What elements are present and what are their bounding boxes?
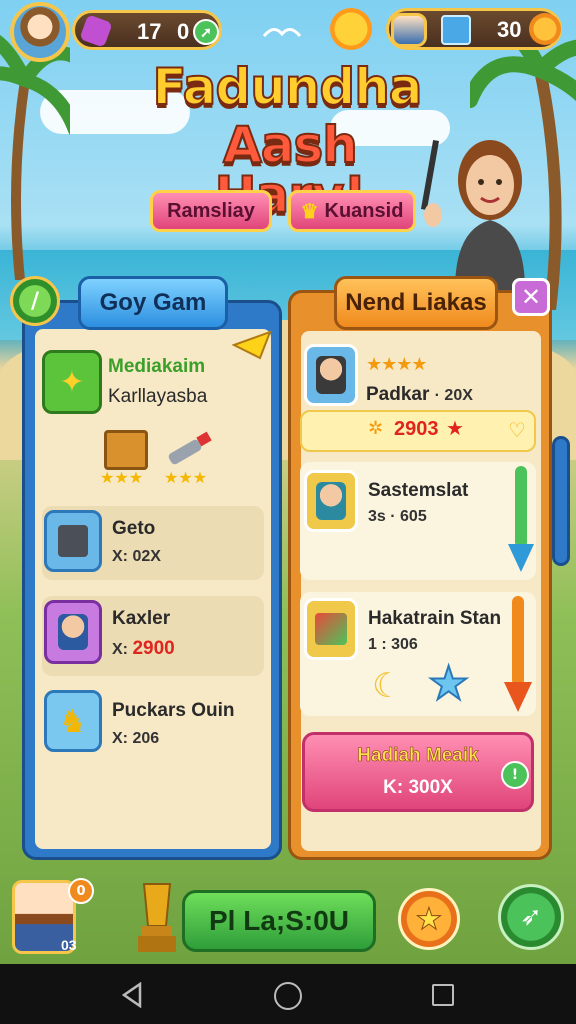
item-value: X: 2900 bbox=[112, 638, 175, 660]
gift-box-icon bbox=[441, 15, 471, 45]
crate-stars: ★★★ bbox=[100, 468, 144, 487]
notification-badge[interactable]: 0 bbox=[68, 878, 94, 904]
hadiah-meaik-button[interactable]: Hadiah Meaik K: 300X ! bbox=[302, 732, 534, 812]
item-name: Puckars Ouin bbox=[112, 700, 235, 721]
play-button-label: Pl La;S:0U bbox=[208, 905, 350, 936]
item-name: Padkar · 20X bbox=[366, 384, 473, 406]
cta-info-icon: ! bbox=[501, 761, 529, 789]
featured-item-icon[interactable]: ✦ bbox=[42, 350, 102, 414]
currency-bar-left: 17 0 ➚ bbox=[72, 10, 222, 50]
golden-statue-icon: ♞ bbox=[44, 690, 102, 752]
star-block-icon: ✦ bbox=[59, 364, 85, 400]
play-button[interactable]: Pl La;S:0U bbox=[182, 890, 376, 952]
list-item[interactable]: Hakatrain Stan 1 : 306 ☾ ★ bbox=[300, 592, 536, 716]
item-extra: · 20X bbox=[434, 387, 473, 404]
item-value: 1 : 306 bbox=[368, 636, 418, 653]
down-arrow-orange-icon bbox=[504, 596, 532, 716]
featured-item-subtitle: Karllayasba bbox=[108, 386, 208, 407]
host-character bbox=[420, 140, 525, 290]
star-reward-button[interactable]: ★ bbox=[398, 888, 460, 950]
kuansid-button[interactable]: ♛ Kuansid bbox=[288, 190, 416, 232]
coin-icon[interactable] bbox=[529, 13, 561, 45]
profile-avatar[interactable]: 03 bbox=[12, 880, 77, 954]
friend-avatar[interactable] bbox=[391, 13, 427, 47]
item-price: 2903 bbox=[394, 418, 439, 440]
golden-trophy-icon[interactable] bbox=[134, 876, 180, 956]
list-item[interactable]: Geto X: 02X bbox=[42, 506, 264, 580]
home-icon[interactable] bbox=[274, 982, 302, 1010]
profile-level-badge: 03 bbox=[61, 937, 77, 953]
item-value: X: 02X bbox=[112, 548, 161, 565]
info-button[interactable]: / bbox=[10, 276, 60, 326]
pointer-arrow-icon bbox=[231, 330, 272, 360]
safe-icon bbox=[44, 510, 102, 572]
crown-icon: ♛ bbox=[300, 200, 319, 223]
tab-nend-liakas[interactable]: Nend Liakas bbox=[334, 276, 498, 330]
sparkle-icon: ✲ bbox=[368, 418, 384, 439]
system-navigation-bar bbox=[0, 964, 576, 1024]
close-icon[interactable]: ✕ bbox=[512, 278, 550, 316]
coin-count: 0 bbox=[177, 19, 190, 44]
sun-icon bbox=[330, 8, 372, 50]
gem-count: 17 bbox=[137, 19, 162, 44]
gem-cube-icon bbox=[304, 598, 358, 660]
item-name: Sastemslat bbox=[368, 480, 469, 501]
drill-tool-icon[interactable] bbox=[160, 428, 216, 468]
banana-icon: ☾ bbox=[372, 666, 403, 706]
item-value: X: 206 bbox=[112, 730, 160, 747]
blue-star-icon: ★ bbox=[427, 655, 470, 711]
down-arrow-green-icon bbox=[508, 466, 534, 576]
list-item[interactable]: Kaxler X: 2900 bbox=[42, 596, 264, 676]
rating-stars: ★★★★ bbox=[366, 354, 428, 375]
ramsliay-button[interactable]: Ramsliay bbox=[150, 190, 272, 232]
featured-item-name: Mediakaim bbox=[108, 356, 206, 377]
heart-icon[interactable]: ♡ bbox=[508, 418, 526, 442]
recent-apps-icon[interactable] bbox=[432, 984, 454, 1006]
treasure-crate-icon[interactable] bbox=[104, 430, 148, 470]
gem-icon bbox=[79, 14, 113, 48]
item-value: 3s · 605 bbox=[368, 508, 427, 525]
scrollbar[interactable] bbox=[552, 436, 570, 566]
item-name-text: Padkar bbox=[366, 384, 430, 405]
agent-portrait-icon bbox=[44, 600, 102, 664]
agent-goggles-icon bbox=[304, 470, 358, 532]
back-icon[interactable] bbox=[120, 981, 144, 1009]
item-name: Kaxler bbox=[112, 608, 171, 629]
seagull-icon bbox=[262, 22, 302, 42]
coin-balance: 30 bbox=[497, 17, 522, 42]
cta-value: K: 300X bbox=[383, 777, 453, 798]
item-value-prefix: X: bbox=[112, 641, 133, 658]
player-avatar[interactable] bbox=[10, 2, 70, 62]
list-item[interactable]: Sastemslat 3s · 605 bbox=[300, 462, 536, 580]
share-button[interactable]: ➶ bbox=[498, 884, 564, 950]
drill-stars: ★★★ bbox=[164, 468, 208, 487]
cta-label: Hadiah Meaik bbox=[357, 745, 479, 767]
tab-goy-gam[interactable]: Goy Gam bbox=[78, 276, 228, 330]
item-value-highlight: 2900 bbox=[132, 638, 175, 659]
price-row[interactable]: ✲ 2903 ★ ♡ bbox=[300, 410, 536, 452]
item-name: Hakatrain Stan bbox=[368, 608, 502, 629]
add-currency-button[interactable]: ➚ bbox=[193, 19, 219, 45]
star-icon: ★ bbox=[446, 416, 464, 440]
game-title-line1: Fadundha bbox=[151, 58, 423, 116]
list-item[interactable]: ♞ Puckars Ouin X: 206 bbox=[42, 688, 264, 762]
item-name: Geto bbox=[112, 518, 156, 539]
agent-sunglasses-icon[interactable] bbox=[304, 344, 358, 406]
kuansid-label: Kuansid bbox=[324, 199, 404, 222]
currency-bar-right: 30 bbox=[386, 8, 562, 50]
